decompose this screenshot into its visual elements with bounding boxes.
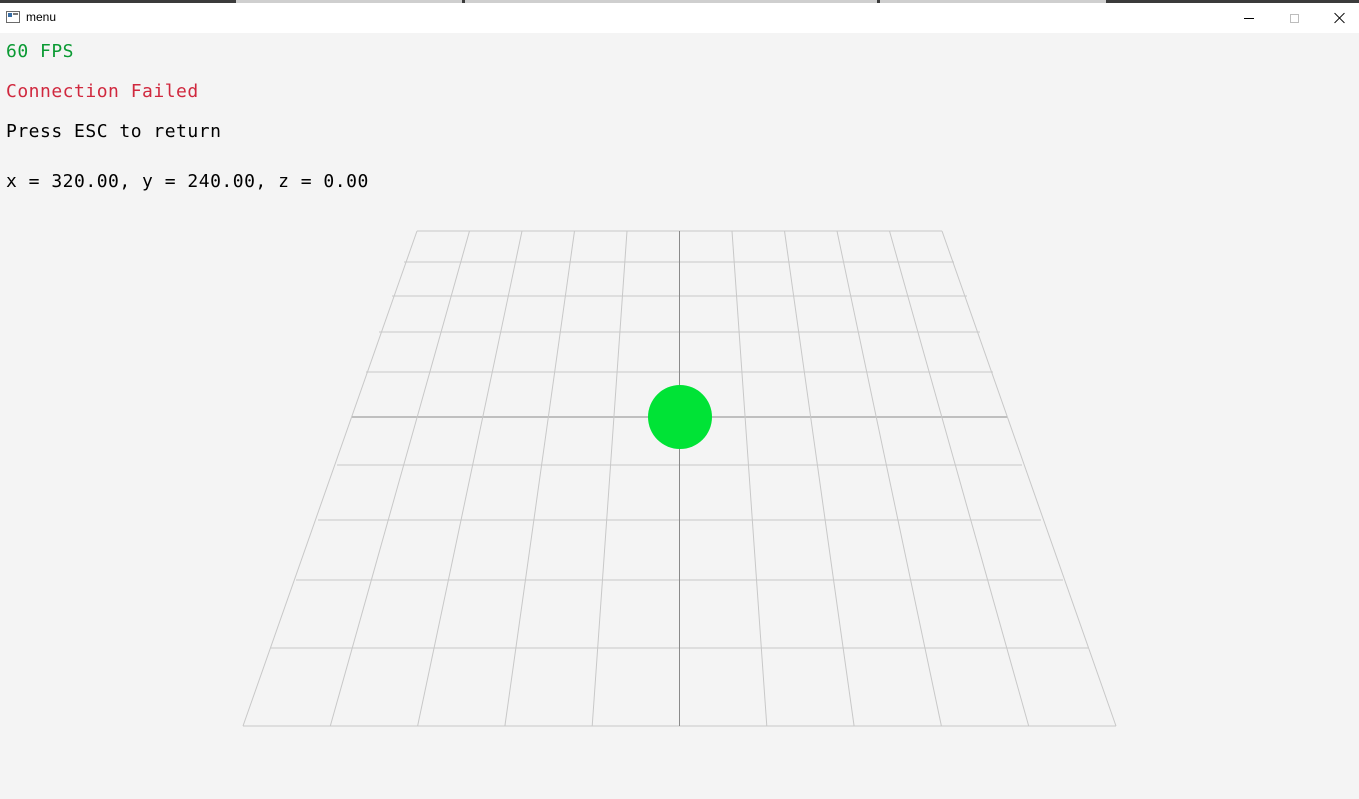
maximize-button[interactable] (1271, 3, 1317, 33)
fps-counter: 60 FPS (6, 41, 75, 62)
app-window: menu 60 FPS Connection Failed Press ESC … (0, 0, 1359, 799)
grid-line-vertical (417, 230, 523, 727)
coordinates-readout: x = 320.00, y = 240.00, z = 0.00 (6, 171, 369, 192)
grid-line-vertical (941, 230, 1117, 727)
connection-status: Connection Failed (6, 81, 199, 102)
taskbar-strip (236, 0, 462, 3)
grid-line-vertical (889, 230, 1030, 727)
escape-hint: Press ESC to return (6, 121, 222, 142)
grid-line-vertical (731, 230, 768, 727)
taskbar-strip (880, 0, 1106, 3)
game-scene (242, 230, 1117, 727)
maximize-icon (1289, 13, 1299, 23)
grid-line-vertical (591, 230, 628, 727)
window-title: menu (26, 10, 57, 24)
app-window-icon (6, 11, 20, 23)
grid-line-vertical (504, 230, 575, 727)
title-bar[interactable]: menu (0, 0, 1359, 33)
minimize-button[interactable] (1226, 3, 1272, 33)
taskbar-strip (465, 0, 877, 3)
grid-line-vertical (242, 230, 418, 727)
grid-line-vertical (329, 230, 470, 727)
close-icon (1334, 12, 1346, 24)
grid-line-vertical (836, 230, 942, 727)
minimize-icon (1244, 17, 1254, 19)
player-ball (648, 385, 712, 449)
grid-line-vertical (784, 230, 855, 727)
close-button[interactable] (1317, 3, 1359, 33)
